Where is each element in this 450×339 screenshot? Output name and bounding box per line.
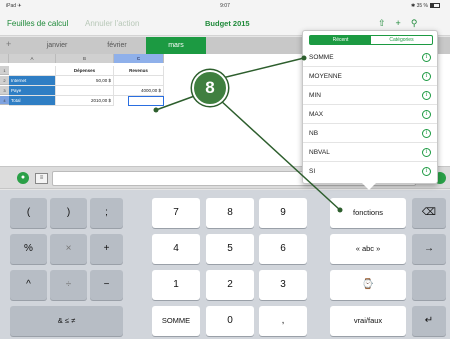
key-semicolon[interactable]: ; xyxy=(90,198,123,228)
key-divide[interactable]: ÷ xyxy=(50,270,87,300)
cell-a4[interactable]: Total xyxy=(9,96,56,106)
key-8[interactable]: 8 xyxy=(206,198,254,228)
key-minus[interactable]: − xyxy=(90,270,123,300)
key-0[interactable]: 0 xyxy=(206,306,254,336)
function-popover: Récent Catégories SOMME i MOYENNE i MIN i M… xyxy=(302,30,438,184)
key-operators[interactable]: & ≤ ≠ xyxy=(10,306,123,336)
share-icon[interactable]: ⇧ xyxy=(378,18,396,28)
function-item-somme[interactable]: SOMME i xyxy=(303,48,437,67)
toolbar-icons: ⇧+⚲ xyxy=(378,18,427,29)
function-label: MAX xyxy=(309,111,324,118)
cell-a2[interactable]: Internet xyxy=(9,76,56,86)
function-segmented-control: Récent Catégories xyxy=(309,35,433,45)
cell-b2[interactable]: 50,00 $ xyxy=(56,76,114,86)
add-sheet-button[interactable]: + xyxy=(6,39,11,49)
key-comma[interactable]: , xyxy=(259,306,307,336)
tab-fevrier[interactable]: février xyxy=(92,37,142,54)
cell-a1[interactable] xyxy=(9,66,56,76)
tools-icon[interactable]: ⚲ xyxy=(411,18,428,28)
row-header-3[interactable]: 3 xyxy=(0,86,9,95)
function-item-nb[interactable]: NB i xyxy=(303,124,437,143)
battery-label: ✱ 35 % xyxy=(411,3,428,9)
function-item-si[interactable]: SI i xyxy=(303,162,437,181)
key-fonctions[interactable]: fonctions xyxy=(330,198,406,228)
function-item-max[interactable]: MAX i xyxy=(303,105,437,124)
key-caret[interactable]: ^ xyxy=(10,270,47,300)
calendar-clock-icon: ⌚ xyxy=(361,279,375,290)
function-label: SI xyxy=(309,168,316,175)
cell-c3[interactable]: 4000,00 $ xyxy=(114,86,164,96)
key-6[interactable]: 6 xyxy=(259,234,307,264)
key-abc[interactable]: « abc » xyxy=(330,234,406,264)
key-return[interactable]: ↵ xyxy=(412,306,446,336)
key-date-time[interactable]: ⌚ xyxy=(330,270,406,300)
info-icon[interactable]: i xyxy=(422,110,431,119)
key-plus[interactable]: + xyxy=(90,234,123,264)
function-item-min[interactable]: MIN i xyxy=(303,86,437,105)
column-header-b[interactable]: B xyxy=(56,54,114,63)
row-header-1[interactable]: 1 xyxy=(0,66,9,75)
key-next[interactable]: → xyxy=(412,234,446,264)
key-true-false[interactable]: vrai/faux xyxy=(330,306,406,336)
undo-button[interactable]: Annuler l'action xyxy=(85,19,139,28)
key-percent[interactable]: % xyxy=(10,234,47,264)
info-icon[interactable]: i xyxy=(422,129,431,138)
row-header-4[interactable]: 4 xyxy=(0,96,9,105)
cell-b1[interactable]: Dépenses xyxy=(56,66,114,76)
formula-ok-button[interactable]: ● xyxy=(17,172,29,184)
key-backspace[interactable]: ⌫ xyxy=(412,198,446,228)
popover-arrow xyxy=(362,183,376,190)
cell-a3[interactable]: Paye xyxy=(9,86,56,96)
key-blank[interactable] xyxy=(412,270,446,300)
function-item-nbval[interactable]: NBVAL i xyxy=(303,143,437,162)
function-label: NB xyxy=(309,130,319,137)
tab-mars[interactable]: mars xyxy=(146,37,206,54)
key-5[interactable]: 5 xyxy=(206,234,254,264)
clock: 9:07 xyxy=(220,3,230,9)
column-header-a[interactable]: A xyxy=(9,54,56,63)
key-multiply[interactable]: × xyxy=(50,234,87,264)
cell-c2[interactable] xyxy=(114,76,164,86)
key-somme[interactable]: SOMME xyxy=(152,306,200,336)
key-3[interactable]: 3 xyxy=(259,270,307,300)
column-header-c[interactable]: C xyxy=(114,54,164,63)
corner-cell[interactable] xyxy=(0,54,9,63)
key-7[interactable]: 7 xyxy=(152,198,200,228)
key-9[interactable]: 9 xyxy=(259,198,307,228)
function-label: NBVAL xyxy=(309,149,330,156)
key-open-paren[interactable]: ( xyxy=(10,198,47,228)
battery-indicator: ✱ 35 % xyxy=(411,3,440,9)
key-close-paren[interactable]: ) xyxy=(50,198,87,228)
key-4[interactable]: 4 xyxy=(152,234,200,264)
formula-menu-button[interactable]: ≡ xyxy=(35,173,48,184)
info-icon[interactable]: i xyxy=(422,91,431,100)
add-icon[interactable]: + xyxy=(396,18,411,28)
key-2[interactable]: 2 xyxy=(206,270,254,300)
function-label: MOYENNE xyxy=(309,73,342,80)
function-label: MIN xyxy=(309,92,321,99)
row-header-2[interactable]: 2 xyxy=(0,76,9,85)
info-icon[interactable]: i xyxy=(422,53,431,62)
cell-b3[interactable] xyxy=(56,86,114,96)
formula-keyboard: ( ) ; 7 8 9 fonctions ⌫ % × + 4 5 6 « ab… xyxy=(0,190,450,339)
battery-icon xyxy=(430,3,440,9)
cell-b4[interactable]: 2010,00 $ xyxy=(56,96,114,106)
tab-janvier[interactable]: janvier xyxy=(32,37,82,54)
status-bar: iPad ✈ 9:07 ✱ 35 % xyxy=(0,0,450,12)
cell-c4-selected[interactable] xyxy=(128,96,164,106)
info-icon[interactable]: i xyxy=(422,72,431,81)
key-1[interactable]: 1 xyxy=(152,270,200,300)
cell-c1[interactable]: Revenus xyxy=(114,66,164,76)
callout-badge: 8 xyxy=(192,70,228,106)
segment-categories[interactable]: Catégories xyxy=(371,36,432,44)
segment-recent[interactable]: Récent xyxy=(310,36,371,44)
function-label: SOMME xyxy=(309,54,334,61)
spreadsheets-button[interactable]: Feuilles de calcul xyxy=(7,19,68,28)
info-icon[interactable]: i xyxy=(422,167,431,176)
document-title: Budget 2015 xyxy=(205,19,250,28)
function-item-moyenne[interactable]: MOYENNE i xyxy=(303,67,437,86)
info-icon[interactable]: i xyxy=(422,148,431,157)
ipad-screen: iPad ✈ 9:07 ✱ 35 % Feuilles de calcul An… xyxy=(0,0,450,339)
